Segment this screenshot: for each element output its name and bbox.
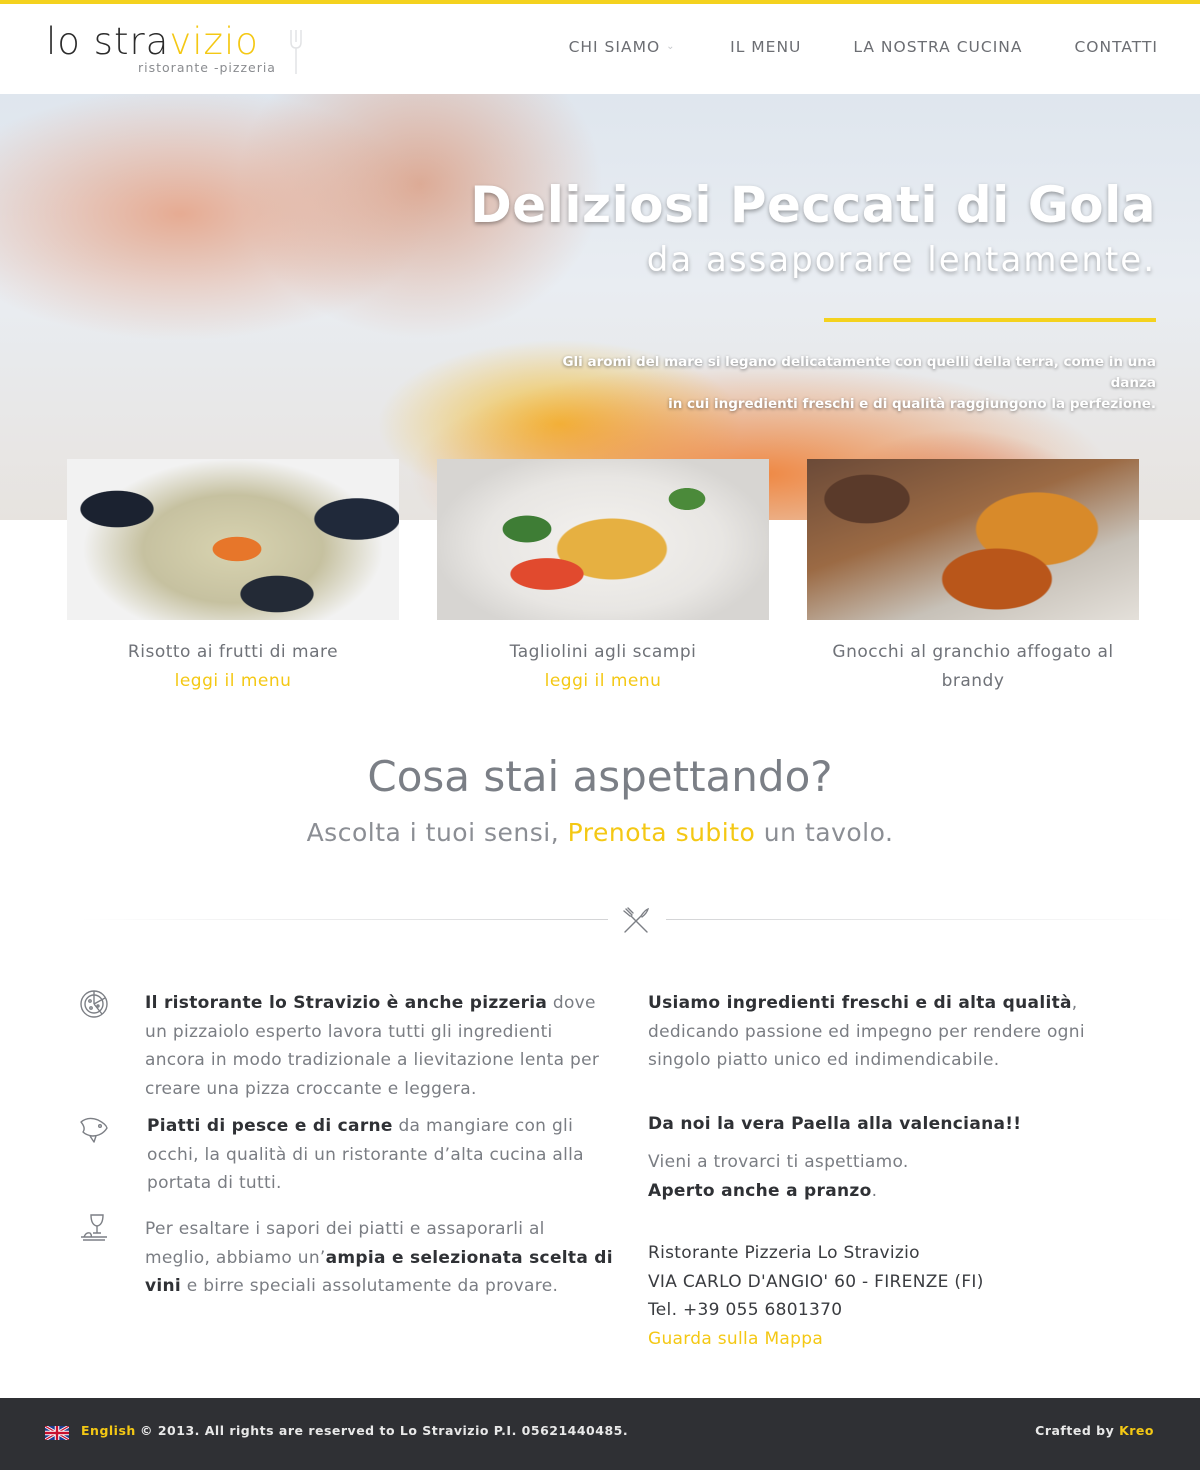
dish-name: Tagliolini agli scampi [509,642,697,662]
map-link[interactable]: Guarda sulla Mappa [648,1325,1128,1354]
kreo-link[interactable]: Kreo [1119,1423,1154,1438]
wine-glass-icon [81,1214,107,1241]
ingredients-paragraph: Usiamo ingredienti freschi e di alta qua… [648,993,1085,1070]
language-link[interactable]: English [81,1423,136,1438]
hero-banner: Deliziosi Peccati di Gola da assaporare … [0,94,1200,520]
dish-photo-tagliolini[interactable] [437,459,769,620]
nav-chi-siamo[interactable]: CHI SIAMO ⌄ [543,38,705,56]
nav-il-menu[interactable]: IL MENU [704,38,827,56]
fork-icon [290,30,302,74]
dish-card: Tagliolini agli scampi leggi il menu [437,459,769,696]
book-now-link[interactable]: Prenota subito [568,818,756,847]
hero-title: Deliziosi Peccati di Gola [470,176,1156,234]
nav-la-nostra-cucina[interactable]: LA NOSTRA CUCINA [827,38,1048,56]
section-divider [666,919,1186,920]
address-name: Ristorante Pizzeria Lo Stravizio [648,1243,920,1263]
logo-wordmark: lo stravizio [46,20,259,63]
fish-icon [80,1117,108,1143]
dish-name: Risotto ai frutti di mare [127,642,339,662]
copyright-text: © 2013. All rights are reserved to Lo St… [140,1423,629,1438]
nav-contatti[interactable]: CONTATTI [1048,38,1158,56]
site-header: lo stravizio ristorante -pizzeria CHI SI… [0,4,1200,94]
dish-card: Gnocchi al granchio affogato al brandy [807,459,1139,696]
main-nav: CHI SIAMO ⌄ IL MENU LA NOSTRA CUCINA CONT… [543,38,1158,56]
fork-knife-icon [623,907,649,933]
feature-pizzeria: Il ristorante lo Stravizio è anche pizze… [145,993,600,1099]
section-divider [80,919,608,920]
address-street: VIA CARLO D'ANGIO' 60 - FIRENZE (FI) [648,1271,984,1292]
logo-tagline: ristorante -pizzeria [138,60,276,75]
address-phone[interactable]: Tel. +39 055 6801370 [648,1296,1128,1325]
feature-pesce-carne: Piatti di pesce e di carne da mangiare c… [147,1116,584,1193]
dish-photo-risotto[interactable] [67,459,399,620]
dish-card: Risotto ai frutti di mare leggi il menu [67,459,399,696]
pizza-icon [80,990,108,1018]
paella-heading: Da noi la vera Paella alla valenciana!! [648,1114,1022,1134]
site-footer: English © 2013. All rights are reserved … [0,1398,1200,1470]
cta-subtitle: Ascolta i tuoi sensi, Prenota subito un … [306,818,894,847]
hero-subtitle: da assaporare lentamente. [646,240,1156,280]
dish-name: Gnocchi al granchio affogato al brandy [832,642,1114,691]
dish-menu-link[interactable]: leggi il menu [437,667,769,696]
uk-flag-icon[interactable] [45,1426,69,1440]
address-block: Ristorante Pizzeria Lo Stravizio VIA CAR… [648,1239,1128,1353]
cta-title: Cosa stai aspettando? [367,752,833,801]
hero-divider [824,318,1156,322]
feature-vini: Per esaltare i sapori dei piatti e assap… [145,1219,613,1296]
logo[interactable]: lo stravizio ristorante -pizzeria [46,18,316,88]
chevron-down-icon: ⌄ [666,41,676,52]
credits: Crafted by Kreo [1035,1423,1154,1438]
dish-menu-link[interactable]: leggi il menu [67,667,399,696]
dish-photo-gnocchi[interactable] [807,459,1139,620]
hero-description: Gli aromi del mare si legano delicatamen… [562,354,1156,412]
opening-paragraph: Vieni a trovarci ti aspettiamo. Aperto a… [648,1152,909,1201]
